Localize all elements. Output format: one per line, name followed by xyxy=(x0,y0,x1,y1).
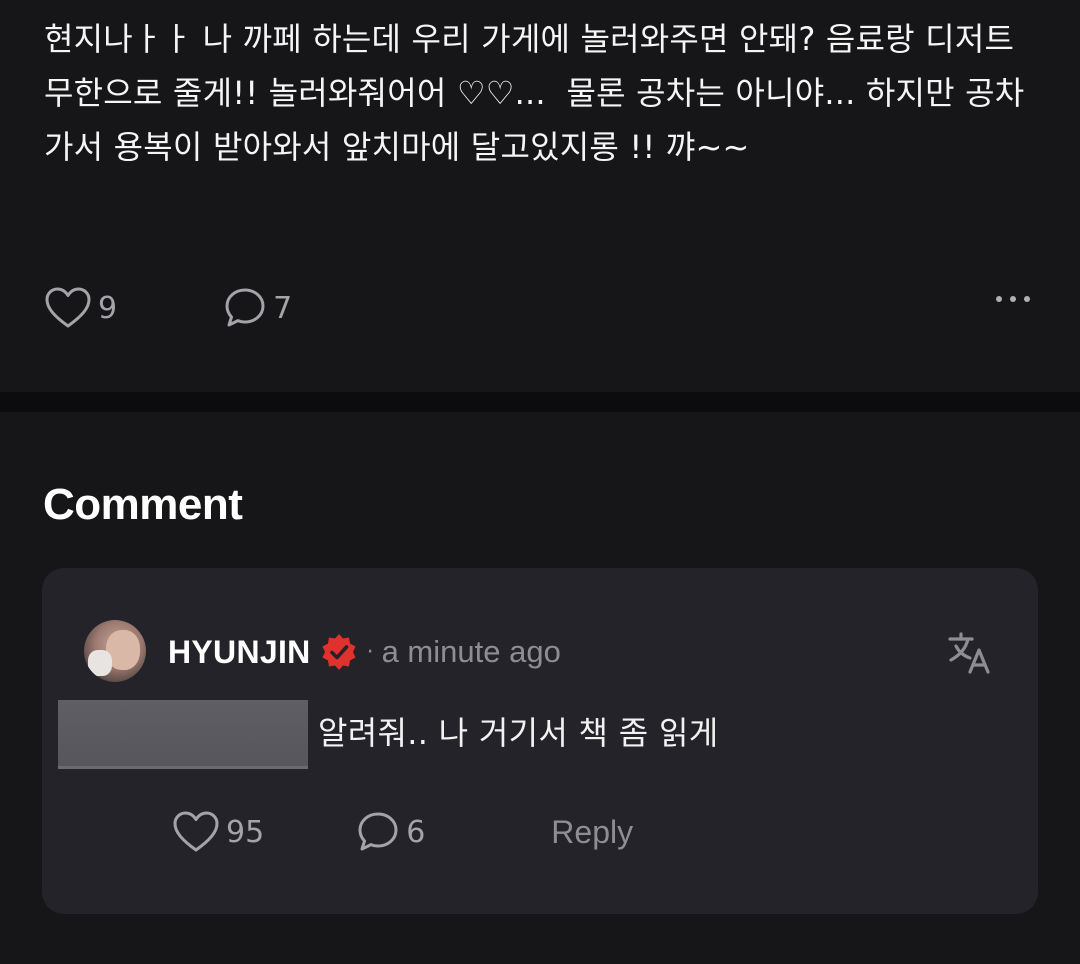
comment-card: HYUNJIN · a minute ago 알려줘.. 나 거기서 책 좀 읽… xyxy=(42,568,1038,914)
comment-timestamp: a minute ago xyxy=(381,634,561,669)
comment-author-row: HYUNJIN · a minute ago xyxy=(168,630,561,674)
more-dots-icon xyxy=(1010,296,1016,302)
translate-icon xyxy=(948,632,990,674)
redacted-mention xyxy=(58,700,308,769)
comment-section: Comment HYUNJIN · a minute ago 알려줘.. 나 거… xyxy=(0,412,1080,964)
post-comment-button[interactable]: 7 xyxy=(223,286,292,330)
comment-reply-count-button[interactable]: 6 xyxy=(356,810,425,854)
more-dots-icon xyxy=(1024,296,1030,302)
comment-bubble-icon xyxy=(358,812,398,851)
comment-body: 알려줘.. 나 거기서 책 좀 읽게 xyxy=(318,714,719,752)
more-options-button[interactable] xyxy=(996,296,1030,302)
avatar-cat xyxy=(88,650,112,676)
more-dots-icon xyxy=(996,296,1002,302)
post-card: 현지나ㅏㅏ 나 까페 하는데 우리 가게에 놀러와주면 안돼? 음료랑 디저트 … xyxy=(0,0,1080,392)
heart-icon xyxy=(45,287,91,328)
comment-bubble-icon xyxy=(225,288,265,327)
comment-like-button[interactable]: 95 xyxy=(172,810,264,854)
comment-actions: 95 6 Reply xyxy=(172,810,633,854)
heart-icon xyxy=(173,811,219,852)
post-like-count: 9 xyxy=(98,290,118,326)
reply-button[interactable]: Reply xyxy=(551,814,633,851)
post-like-button[interactable]: 9 xyxy=(44,286,117,330)
verified-badge-icon xyxy=(322,634,356,670)
translate-button[interactable] xyxy=(946,630,992,680)
comment-like-count: 95 xyxy=(226,814,265,850)
comment-reply-count: 6 xyxy=(406,814,426,850)
section-divider xyxy=(0,392,1080,412)
post-comment-count: 7 xyxy=(273,290,293,326)
avatar[interactable] xyxy=(84,620,146,682)
comment-author-name[interactable]: HYUNJIN xyxy=(168,634,311,671)
post-actions: 9 7 xyxy=(44,286,292,330)
post-body: 현지나ㅏㅏ 나 까페 하는데 우리 가게에 놀러와주면 안돼? 음료랑 디저트 … xyxy=(44,20,1025,166)
meta-separator: · xyxy=(366,639,374,665)
comment-section-title: Comment xyxy=(43,480,243,529)
